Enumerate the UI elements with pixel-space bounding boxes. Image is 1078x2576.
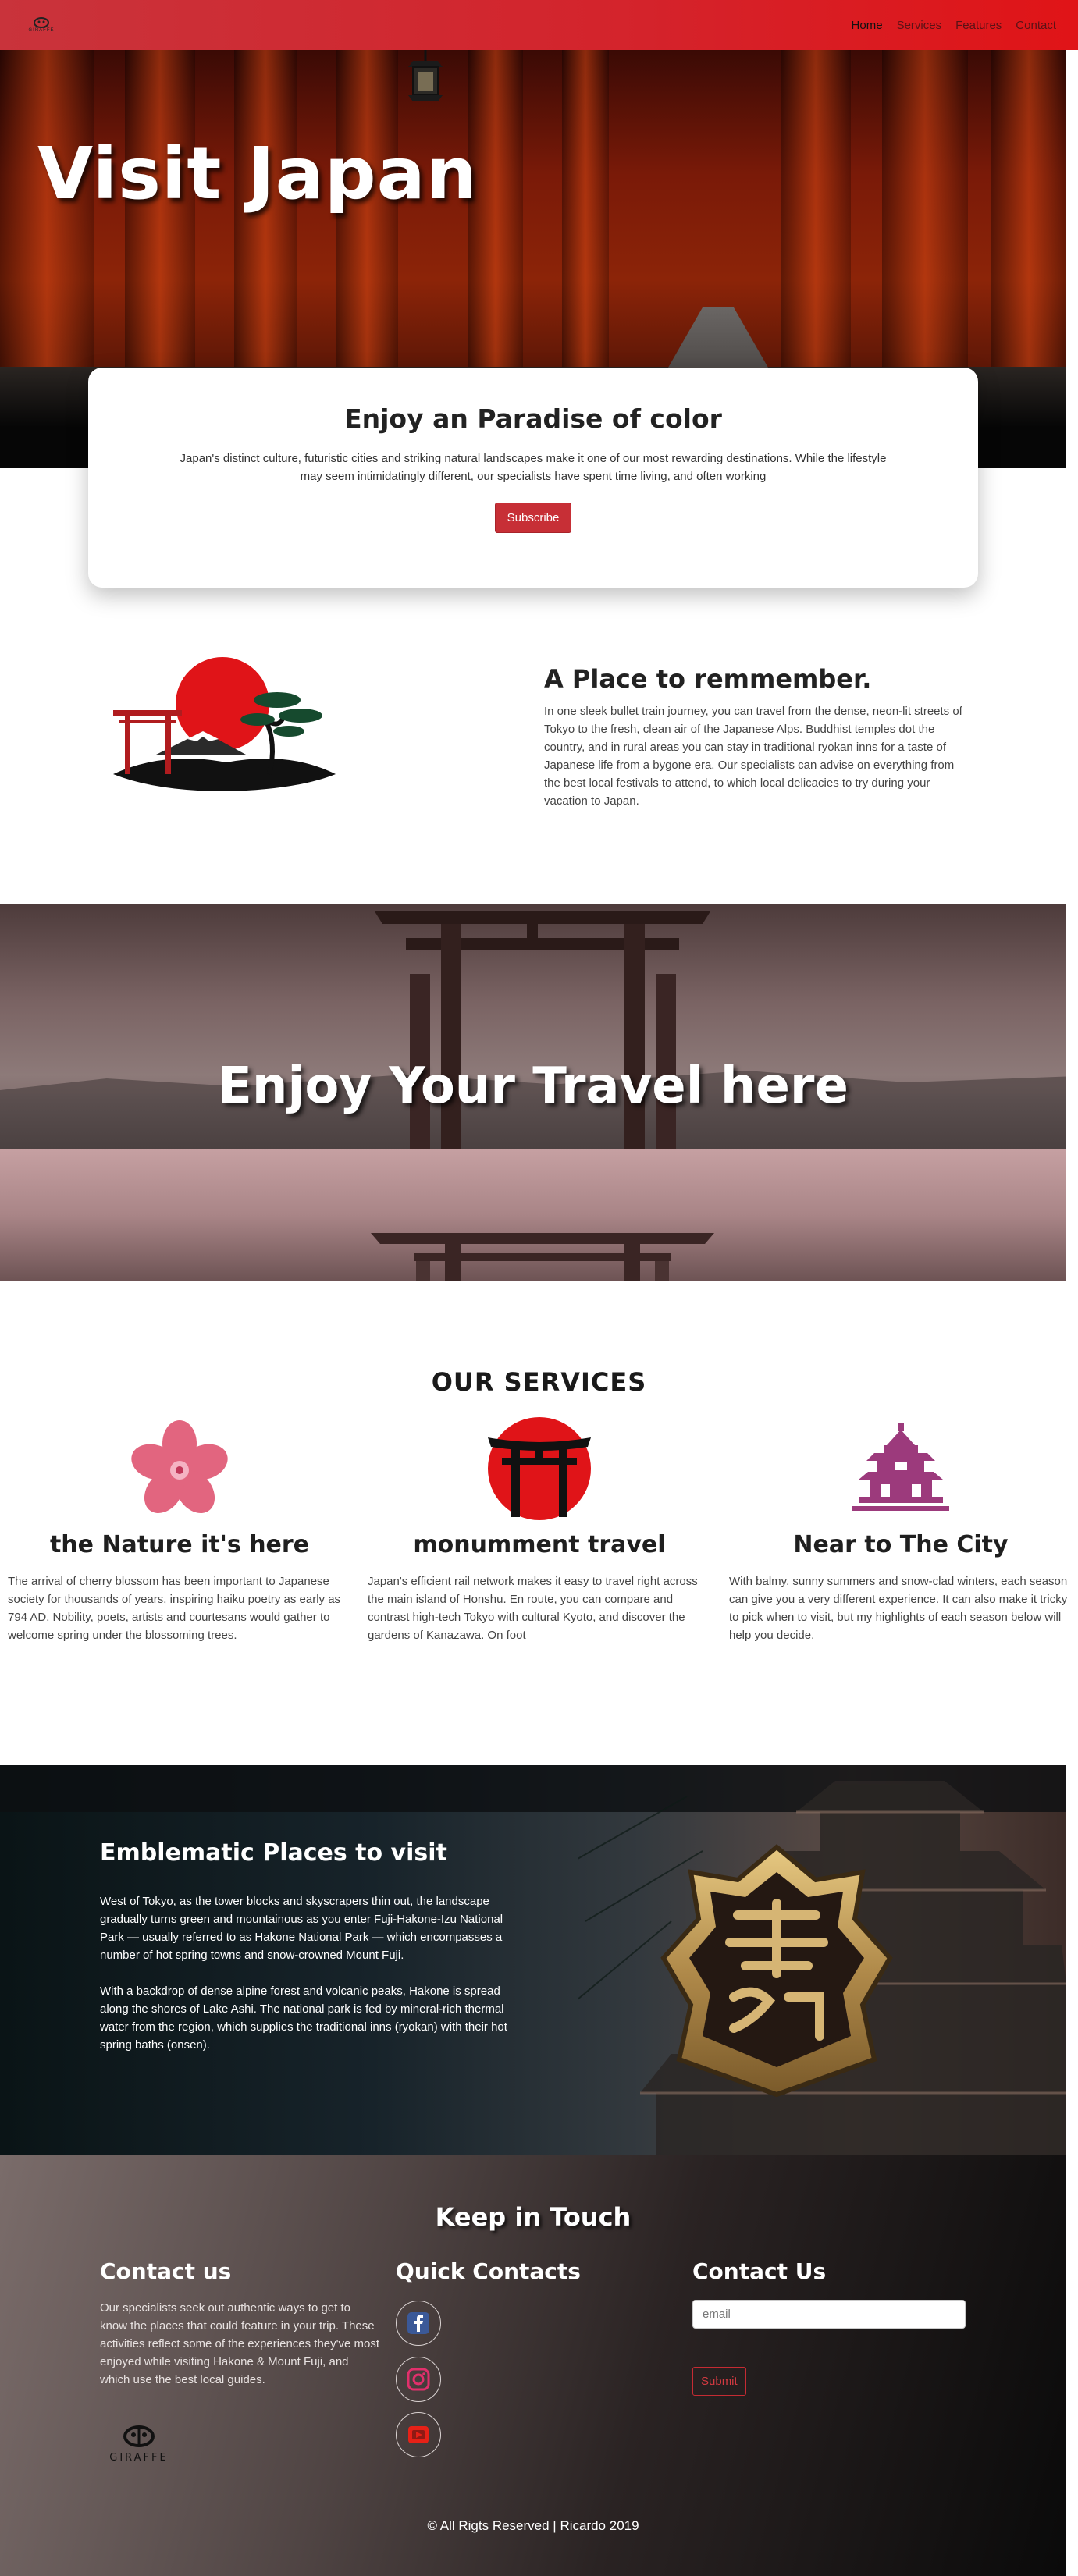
intro-card: Enjoy an Paradise of color Japan's disti…: [88, 368, 978, 588]
contact-us-text: Our specialists seek out authentic ways …: [100, 2301, 380, 2386]
youtube-button[interactable]: [396, 2412, 441, 2457]
hero-torii-column: [882, 50, 968, 378]
subscribe-button[interactable]: Subscribe: [494, 503, 572, 533]
youtube-icon: [408, 2426, 429, 2443]
service-title: Near to The City: [793, 1531, 1009, 1558]
giraffe-logo-icon: [34, 17, 49, 28]
service-title: the Nature it's here: [49, 1531, 310, 1558]
banner-title: Enjoy Your Travel here: [218, 1057, 849, 1115]
service-text: Japan's efficient rail network makes it …: [368, 1575, 698, 1642]
emblematic-section: Emblematic Places to visit West of Tokyo…: [0, 1765, 1066, 2155]
torii-gate-icon: [488, 1417, 591, 1520]
facebook-button[interactable]: [396, 2301, 441, 2346]
service-text: With balmy, sunny summers and snow-clad …: [729, 1575, 1068, 1642]
emblematic-paragraph-1: West of Tokyo, as the tower blocks and s…: [100, 1895, 503, 1962]
emblematic-title: Emblematic Places to visit: [100, 1839, 447, 1867]
instagram-button[interactable]: [396, 2357, 441, 2402]
copyright-text: © All Rigts Reserved | Ricardo 2019: [427, 2518, 639, 2533]
nav-link-services[interactable]: Services: [897, 19, 942, 32]
submit-button[interactable]: Submit: [692, 2367, 746, 2396]
service-title: monumment travel: [413, 1531, 666, 1558]
place-text: In one sleek bullet train journey, you c…: [544, 705, 962, 808]
email-field[interactable]: [692, 2300, 966, 2329]
footer-logo-text: GIRAFFE: [109, 2452, 169, 2464]
lantern-icon: [408, 50, 443, 101]
japan-sunset-illustration: [113, 657, 336, 791]
intro-card-title: Enjoy an Paradise of color: [344, 403, 722, 434]
hero-torii-column: [562, 50, 609, 378]
contact-form-title: Contact Us: [692, 2258, 827, 2284]
service-card-monument: monumment travel Japan's efficient rail …: [368, 1414, 711, 1644]
nav-link-home[interactable]: Home: [852, 19, 883, 32]
nav-links: Home Services Features Contact: [852, 19, 1056, 32]
place-title: A Place to remmember.: [544, 664, 872, 694]
contact-us-title: Contact us: [100, 2258, 232, 2284]
footer-title: Keep in Touch: [435, 2202, 632, 2232]
quick-contacts-title: Quick Contacts: [396, 2258, 581, 2284]
footer-logo[interactable]: GIRAFFE: [100, 2421, 178, 2468]
service-text: The arrival of cherry blossom has been i…: [8, 1575, 341, 1642]
service-card-nature: the Nature it's here The arrival of cher…: [8, 1414, 351, 1644]
brand-logo[interactable]: GIRAFFE: [25, 17, 58, 33]
navbar: GIRAFFE Home Services Features Contact: [0, 0, 1078, 50]
nav-link-features[interactable]: Features: [955, 19, 1002, 32]
hero-torii-column: [781, 50, 851, 378]
hero-torii-column: [991, 50, 1066, 378]
pagoda-icon: [852, 1423, 949, 1511]
nav-link-contact[interactable]: Contact: [1016, 19, 1056, 32]
intro-card-text: Japan's distinct culture, futuristic cit…: [180, 452, 887, 483]
hero-title: Visit Japan: [37, 132, 479, 215]
cherry-blossom-icon: [131, 1420, 228, 1514]
torii-gate-reflection: [371, 1233, 714, 1281]
emblematic-paragraph-2: With a backdrop of dense alpine forest a…: [100, 1984, 507, 2052]
emblem-crest-image: [660, 1844, 893, 2098]
torii-banner-lower: [0, 1149, 1066, 1281]
facebook-icon: [407, 2312, 429, 2334]
footer: Keep in Touch Contact us Our specialists…: [0, 2155, 1066, 2576]
service-card-city: Near to The City With balmy, sunny summe…: [729, 1414, 1073, 1644]
services-title: OUR SERVICES: [431, 1367, 647, 1397]
brand-name: GIRAFFE: [28, 28, 55, 33]
instagram-icon: [407, 2368, 430, 2391]
